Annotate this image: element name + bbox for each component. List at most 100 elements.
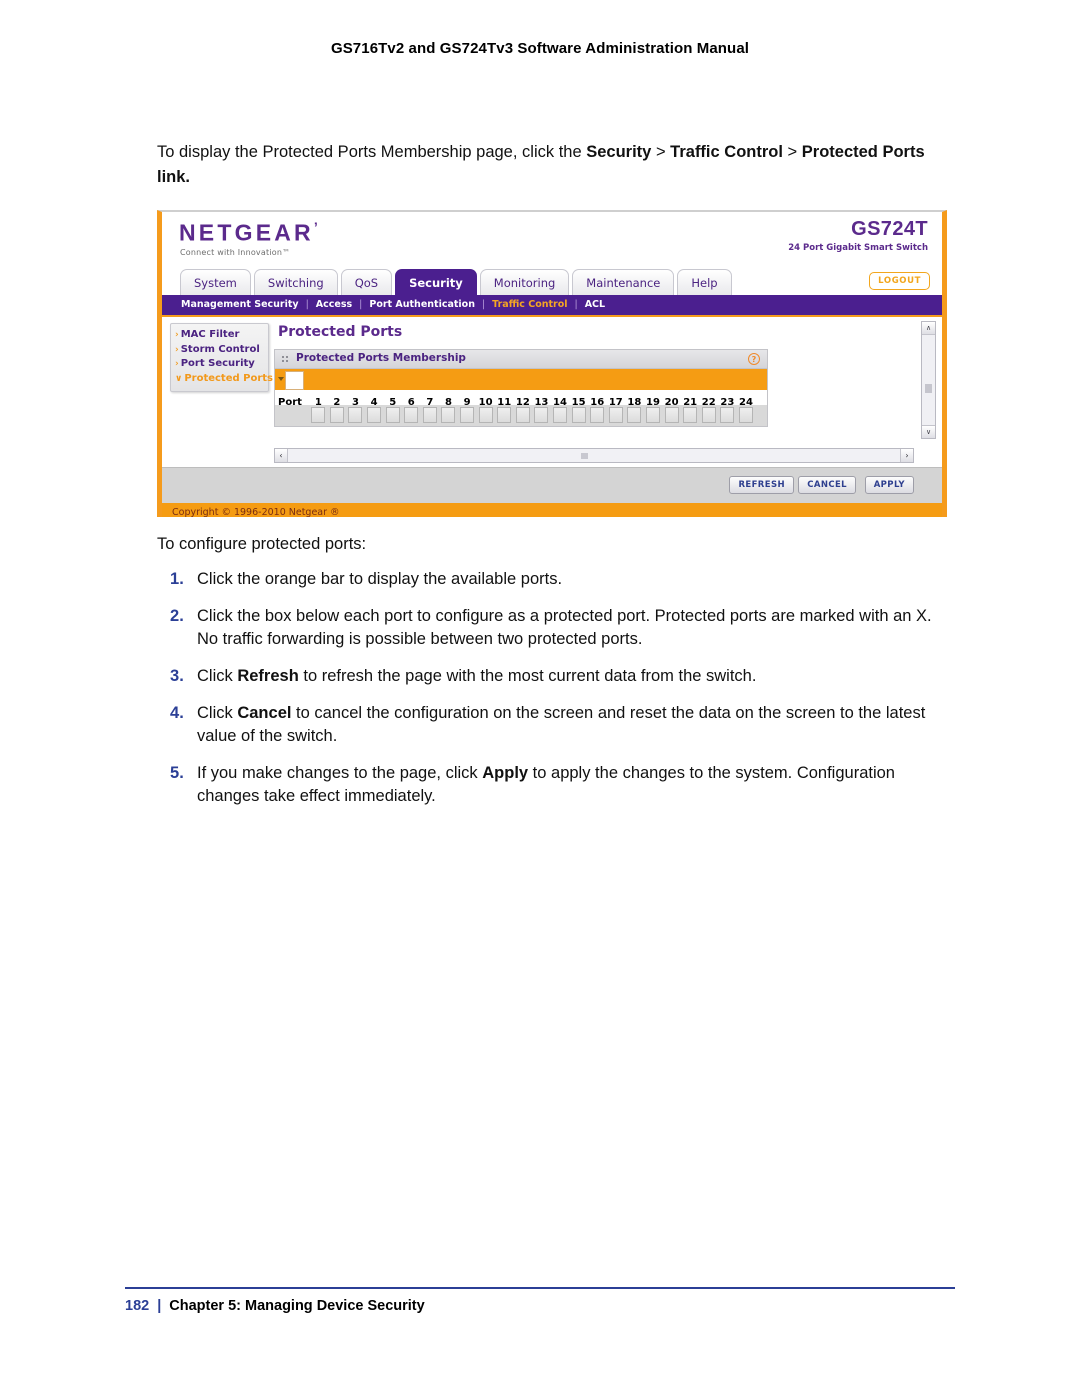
page-footer: 182 | Chapter 5: Managing Device Security xyxy=(125,1298,425,1314)
port-checkbox[interactable] xyxy=(441,407,456,423)
protected-ports-membership-panel: Protected Ports Membership ? Port 1 2 3 4 5 6 7… xyxy=(274,349,768,427)
port-checkbox[interactable] xyxy=(738,407,753,423)
sidebar-item-label: Port Security xyxy=(180,358,255,369)
horizontal-scrollbar-thumb[interactable] xyxy=(581,453,589,459)
scroll-left-arrow-icon[interactable]: ‹ xyxy=(275,449,288,462)
intro-bold-security: Security xyxy=(586,143,652,161)
panel-title: Protected Ports Membership xyxy=(296,352,466,364)
step-bold-refresh: Refresh xyxy=(237,667,299,685)
instructions-lead: To configure protected ports: xyxy=(157,535,367,553)
sidebar-item-label: Storm Control xyxy=(180,343,260,355)
port-checkbox[interactable] xyxy=(645,407,660,423)
instruction-step: Click Cancel to cancel the configuration… xyxy=(157,702,957,748)
port-checkbox[interactable] xyxy=(701,407,716,423)
tab-security[interactable]: Security xyxy=(395,269,477,295)
help-icon[interactable]: ? xyxy=(748,352,760,365)
step-bold-apply: Apply xyxy=(482,764,529,782)
orange-expand-bar[interactable] xyxy=(275,369,767,390)
port-checkbox[interactable] xyxy=(608,407,623,423)
switch-ui-screenshot: NETGEAR’ Connect with Innovation™ GS724T… xyxy=(157,210,947,517)
copyright-footer: Copyright © 1996-2010 Netgear ® xyxy=(162,503,942,517)
horizontal-scrollbar[interactable]: ‹ › xyxy=(274,448,914,463)
sidebar-item-mac-filter[interactable]: › MAC Filter xyxy=(171,328,268,343)
sidebar-item-storm-control[interactable]: › Storm Control xyxy=(171,343,268,358)
vertical-scrollbar-thumb[interactable] xyxy=(925,384,932,393)
intro-text-part1: To display the Protected Ports Membershi… xyxy=(157,143,587,161)
subnav-item-traffic-control[interactable]: Traffic Control xyxy=(492,299,567,310)
tab-switching[interactable]: Switching xyxy=(253,269,338,295)
chevron-down-icon: ∨ xyxy=(175,373,183,384)
port-checkbox[interactable] xyxy=(497,407,512,423)
port-number-header-row: Port 1 2 3 4 5 6 7 8 9 10 11 12 13 14 15 16 17 18 19 20 21 22 2… xyxy=(275,390,767,408)
tab-help[interactable]: Help xyxy=(677,269,732,295)
instruction-step: Click the orange bar to display the avai… xyxy=(157,568,957,591)
port-checkbox[interactable] xyxy=(404,407,419,423)
instruction-step: Click the box below each port to configu… xyxy=(157,605,957,651)
tab-monitoring[interactable]: Monitoring xyxy=(479,269,570,295)
refresh-button[interactable]: REFRESH xyxy=(729,476,794,494)
sidebar-item-label: Protected Ports xyxy=(184,372,273,384)
logout-button[interactable]: LOGOUT xyxy=(869,272,930,290)
intro-gt-2: > xyxy=(787,143,798,161)
port-checkbox[interactable] xyxy=(367,407,382,423)
port-checkbox[interactable] xyxy=(664,407,679,423)
port-checkbox[interactable] xyxy=(478,407,493,423)
step-text: Click the box below each port to configu… xyxy=(197,607,932,648)
port-checkbox[interactable] xyxy=(590,407,605,423)
page-title: Protected Ports xyxy=(278,324,403,340)
port-checkbox[interactable] xyxy=(422,407,437,423)
netgear-tagline: Connect with Innovation™ xyxy=(180,248,291,257)
sidebar-item-label: MAC Filter xyxy=(180,329,240,340)
port-checkbox[interactable] xyxy=(571,407,586,423)
subnav-item-management-security[interactable]: Management Security xyxy=(181,299,299,310)
caret-down-icon xyxy=(278,377,284,381)
grip-icon xyxy=(282,356,289,362)
scroll-right-arrow-icon[interactable]: › xyxy=(900,449,913,462)
page-number: 182 xyxy=(125,1298,150,1314)
instruction-steps-list: Click the orange bar to display the avai… xyxy=(157,568,957,808)
port-checkbox[interactable] xyxy=(720,407,735,423)
scroll-down-arrow-icon[interactable]: ∨ xyxy=(922,425,935,438)
port-checkbox[interactable] xyxy=(534,407,549,423)
port-checkbox[interactable] xyxy=(311,407,326,423)
port-checkbox[interactable] xyxy=(329,407,344,423)
port-checkbox[interactable] xyxy=(460,407,475,423)
cancel-button[interactable]: CANCEL xyxy=(798,476,856,494)
document-body: To display the Protected Ports Membershi… xyxy=(157,140,957,822)
chevron-right-icon: › xyxy=(175,344,179,355)
instruction-step: If you make changes to the page, click A… xyxy=(157,762,957,808)
netgear-logo-text: NETGEAR xyxy=(179,219,314,246)
port-checkbox[interactable] xyxy=(553,407,568,423)
sidebar-item-port-security[interactable]: › Port Security xyxy=(171,357,268,372)
tab-maintenance[interactable]: Maintenance xyxy=(572,269,675,295)
port-checkbox-row xyxy=(275,405,767,426)
step-text: to refresh the page with the most curren… xyxy=(298,667,757,685)
apply-button[interactable]: APPLY xyxy=(864,476,914,494)
port-checkbox[interactable] xyxy=(627,407,642,423)
chevron-right-icon: › xyxy=(175,359,179,369)
chevron-right-icon: › xyxy=(175,330,179,340)
vertical-scrollbar[interactable]: ∧ ∨ xyxy=(921,321,936,439)
subnav-item-port-authentication[interactable]: Port Authentication xyxy=(369,299,475,310)
port-checkbox[interactable] xyxy=(683,407,698,423)
scroll-up-arrow-icon[interactable]: ∧ xyxy=(922,322,935,335)
panel-area: Protected Ports Protected Ports Membersh… xyxy=(274,322,914,427)
port-checkbox[interactable] xyxy=(385,407,400,423)
intro-gt-1: > xyxy=(655,143,666,161)
sidebar-item-protected-ports[interactable]: ∨ Protected Ports xyxy=(171,372,273,387)
step-text: Click the orange bar to display the avai… xyxy=(197,570,563,588)
document-header-title: GS716Tv2 and GS724Tv3 Software Administr… xyxy=(330,40,750,57)
expander-box[interactable] xyxy=(285,371,304,390)
ui-brand-bar: NETGEAR’ Connect with Innovation™ GS724T… xyxy=(162,212,942,269)
panel-header: Protected Ports Membership ? xyxy=(275,350,767,369)
subnav-item-access[interactable]: Access xyxy=(316,299,352,310)
footer-divider xyxy=(125,1287,955,1289)
subnav-separator-2: | xyxy=(359,299,363,310)
tab-qos[interactable]: QoS xyxy=(340,269,393,295)
port-checkbox[interactable] xyxy=(515,407,530,423)
subnav-item-acl[interactable]: ACL xyxy=(585,299,605,310)
tab-system[interactable]: System xyxy=(180,269,251,295)
step-text: Click xyxy=(197,704,238,722)
port-checkbox[interactable] xyxy=(348,407,363,423)
step-bold-cancel: Cancel xyxy=(237,704,292,722)
